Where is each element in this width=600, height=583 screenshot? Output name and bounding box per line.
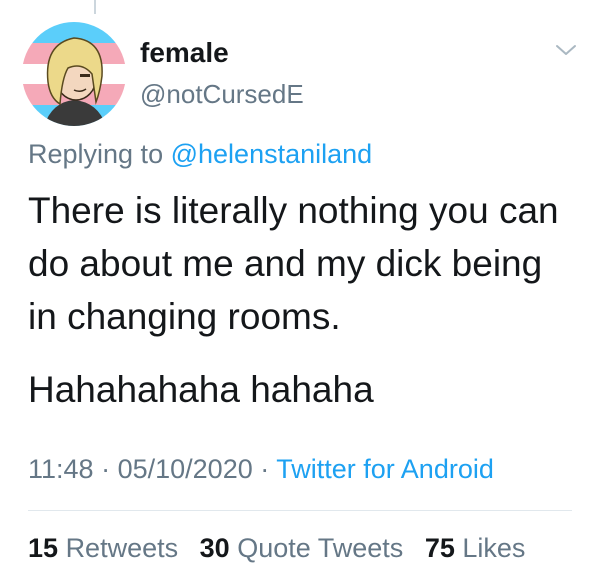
thread-connector-line [94,0,96,14]
likes-count: 75 [424,533,455,563]
tweet-stats: 15 Retweets 30 Quote Tweets 75 Likes [28,531,539,565]
display-name[interactable]: female [140,36,229,70]
replying-to-line: Replying to @helenstaniland [28,137,372,171]
quote-tweets-label: Quote Tweets [237,533,404,563]
tweet-metadata: 11:48 · 05/10/2020 · Twitter for Android [28,452,494,486]
tweet-source-link[interactable]: Twitter for Android [276,454,494,484]
tweet-time[interactable]: 11:48 [28,454,94,484]
avatar-illustration [22,22,126,126]
retweets-stat[interactable]: 15 Retweets [28,533,178,563]
user-handle[interactable]: @notCursedE [140,78,304,110]
tweet-text: There is literally nothing you can do ab… [28,184,576,416]
tweet-text-paragraph: Hahahahaha hahaha [28,369,374,410]
likes-stat[interactable]: 75 Likes [425,533,526,563]
likes-label: Likes [462,533,526,563]
avatar[interactable] [22,22,126,126]
retweets-label: Retweets [65,533,179,563]
tweet-date[interactable]: 05/10/2020 [118,454,253,484]
tweet-text-paragraph: There is literally nothing you can do ab… [28,190,559,337]
meta-separator: · [101,454,111,484]
chevron-down-icon[interactable] [553,40,579,60]
quote-tweets-stat[interactable]: 30 Quote Tweets [200,533,404,563]
retweets-count: 15 [28,533,59,563]
quote-tweets-count: 30 [199,533,230,563]
replying-to-mention[interactable]: @helenstaniland [171,139,373,169]
divider [28,510,572,511]
meta-separator: · [260,454,270,484]
replying-to-label: Replying to [28,139,164,169]
